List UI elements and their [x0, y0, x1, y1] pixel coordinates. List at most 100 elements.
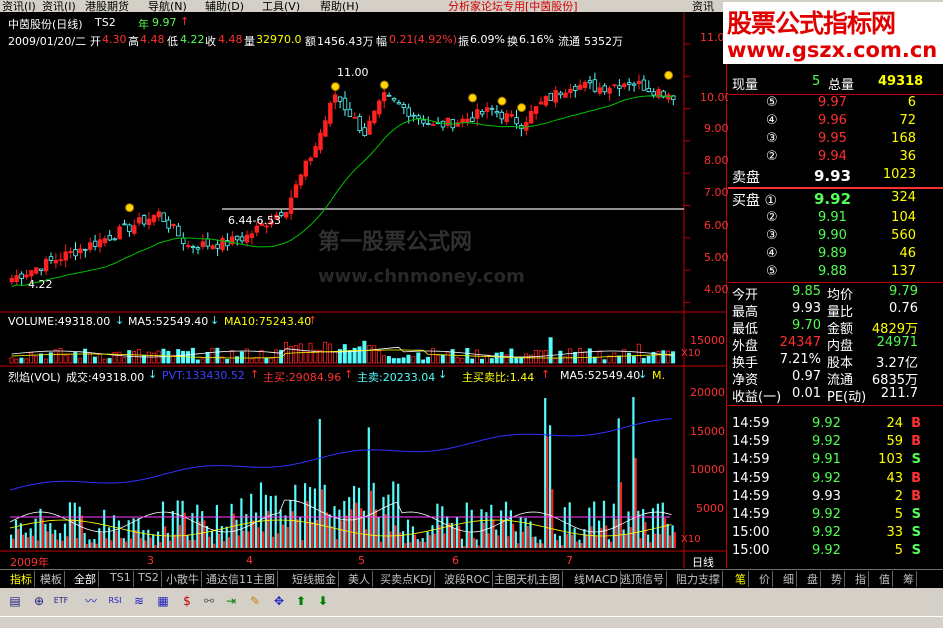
turnover-label: 换	[507, 35, 518, 48]
menu-item-aux[interactable]: 辅助(D)	[205, 0, 244, 12]
quote-tab-3[interactable]: 盘	[805, 571, 821, 587]
tick-row: 14:59 9.91 103 S	[728, 452, 943, 470]
sell-volume-bar	[575, 541, 578, 548]
quote-tab-6[interactable]: 值	[877, 571, 893, 587]
volume-bar	[249, 358, 254, 364]
tab-3[interactable]: TS1	[108, 571, 134, 587]
quote-tab-2[interactable]: 细	[781, 571, 797, 587]
tick-side: S	[911, 543, 921, 559]
tab-2[interactable]: 全部	[72, 571, 99, 587]
buy-volume-bar	[455, 516, 459, 548]
tab-10[interactable]: 波段ROC	[442, 571, 493, 587]
buy-volume-bar	[93, 539, 96, 548]
sell-volume-bar	[154, 545, 157, 548]
quote-tab-0[interactable]: 笔	[733, 571, 749, 587]
tab-6[interactable]: 通达信11主图	[204, 571, 278, 587]
sell-volume-bar	[320, 489, 324, 548]
dollar-icon[interactable]: $	[178, 592, 196, 610]
tab-11[interactable]: 主图天机主图	[492, 571, 563, 587]
stat-value: 7.21%	[779, 352, 821, 367]
sell-volume-bar	[497, 535, 500, 548]
menu-item-news[interactable]: 资讯	[692, 0, 714, 12]
buy-volume-bar	[441, 506, 444, 548]
year-value: 9.97	[152, 16, 177, 29]
sell-volume-bar	[654, 533, 657, 548]
candle-body	[357, 116, 362, 132]
tab-8[interactable]: 美人	[346, 571, 373, 587]
tick-price: 9.91	[812, 452, 841, 468]
tab-0[interactable]: 指标	[8, 571, 35, 587]
buy-volume-bar	[656, 503, 659, 548]
buy-volume-bar	[426, 531, 429, 548]
tick-price: 9.92	[812, 434, 841, 450]
candle-body	[426, 123, 431, 125]
sell-volume-bar	[237, 535, 240, 548]
buy-volume-bar	[196, 504, 199, 548]
tab-4[interactable]: TS2	[136, 571, 162, 587]
tab-12[interactable]: 线MACD	[572, 571, 621, 587]
tick-time: 14:59	[732, 470, 770, 486]
indicator-name[interactable]: 烈焰(VOL)	[8, 369, 61, 385]
volume-bar	[460, 357, 465, 364]
volume-bar	[578, 347, 583, 364]
float-value: 5352万	[584, 35, 623, 48]
quote-tab-4[interactable]: 势	[829, 571, 845, 587]
candle-body	[411, 114, 416, 117]
kline-chart[interactable]	[0, 12, 727, 568]
zoom-icon[interactable]: ⊕	[30, 592, 48, 610]
buy-volume-bar	[54, 529, 57, 548]
ma-icon[interactable]: ≋	[130, 592, 148, 610]
up-arrow-icon[interactable]: ⬆	[292, 592, 310, 610]
price-axis-tick: 7.00	[704, 186, 729, 199]
menu-item-help[interactable]: 帮助(H)	[320, 0, 359, 12]
menu-item-tools[interactable]: 工具(V)	[262, 0, 300, 12]
candle-body	[107, 234, 112, 241]
buy-volume-bar	[544, 398, 547, 548]
menu-item-hk[interactable]: 港股期货	[85, 0, 129, 12]
link-icon[interactable]: ⚯	[200, 592, 218, 610]
tick-time: 14:59	[732, 488, 770, 504]
import-icon[interactable]: ⇥	[222, 592, 240, 610]
etf-icon[interactable]: ETF	[52, 592, 70, 610]
quote-tab-1[interactable]: 价	[757, 571, 773, 587]
sell-volume: 1023	[882, 167, 916, 182]
menu-item-nav[interactable]: 导航(N)	[148, 0, 187, 12]
stat-label: 收益(一)	[732, 390, 782, 405]
sell-volume-bar	[414, 534, 417, 548]
period-label[interactable]: 日线	[692, 554, 714, 570]
candle-body	[48, 256, 54, 261]
volume-bar	[308, 342, 313, 364]
tab-5[interactable]: 小散牛	[164, 571, 202, 587]
tab-13[interactable]: 逃顶信号	[618, 571, 667, 587]
volume-bar	[592, 357, 597, 364]
buy-volume-bar	[245, 514, 248, 548]
rsi-icon[interactable]: RSI	[106, 592, 124, 610]
volume-bar	[499, 351, 504, 364]
tab-1[interactable]: 模板	[38, 571, 65, 587]
sell-volume-bar	[428, 535, 431, 548]
line-icon[interactable]: 〰	[82, 592, 100, 610]
menu-item-0[interactable]: 资讯(I)	[2, 0, 36, 12]
buy-volume-bar	[671, 525, 674, 548]
bar-icon[interactable]: ▦	[154, 592, 172, 610]
volume-bar	[274, 349, 279, 364]
down-arrow-icon[interactable]: ⬇	[314, 592, 332, 610]
chart-icon[interactable]: ▤	[6, 592, 24, 610]
candle-body	[342, 97, 348, 111]
quote-tab-7[interactable]: 筹	[901, 571, 917, 587]
candle-body	[190, 246, 196, 248]
change-value: 0.21(4.92%)	[389, 33, 458, 46]
sell-volume-bar	[120, 537, 123, 548]
menu-item-info[interactable]: 资讯(I)	[42, 0, 76, 12]
pencil-icon[interactable]: ✎	[246, 592, 264, 610]
quote-tab-5[interactable]: 指	[853, 571, 869, 587]
tab-14[interactable]: 阻力支撑	[674, 571, 723, 587]
chart-grid	[0, 12, 726, 568]
chart-area[interactable]: 中茵股份(日线) TS2 年 9.97 ↑ 2009/01/20/二 开 4.3…	[0, 12, 732, 570]
tab-7[interactable]: 短线掘金	[290, 571, 339, 587]
move-icon[interactable]: ✥	[270, 592, 288, 610]
buy-volume-bar	[377, 517, 380, 548]
candle-body	[573, 85, 578, 91]
volume-bar	[357, 346, 362, 364]
tab-9[interactable]: 买卖点KDJ	[378, 571, 435, 587]
